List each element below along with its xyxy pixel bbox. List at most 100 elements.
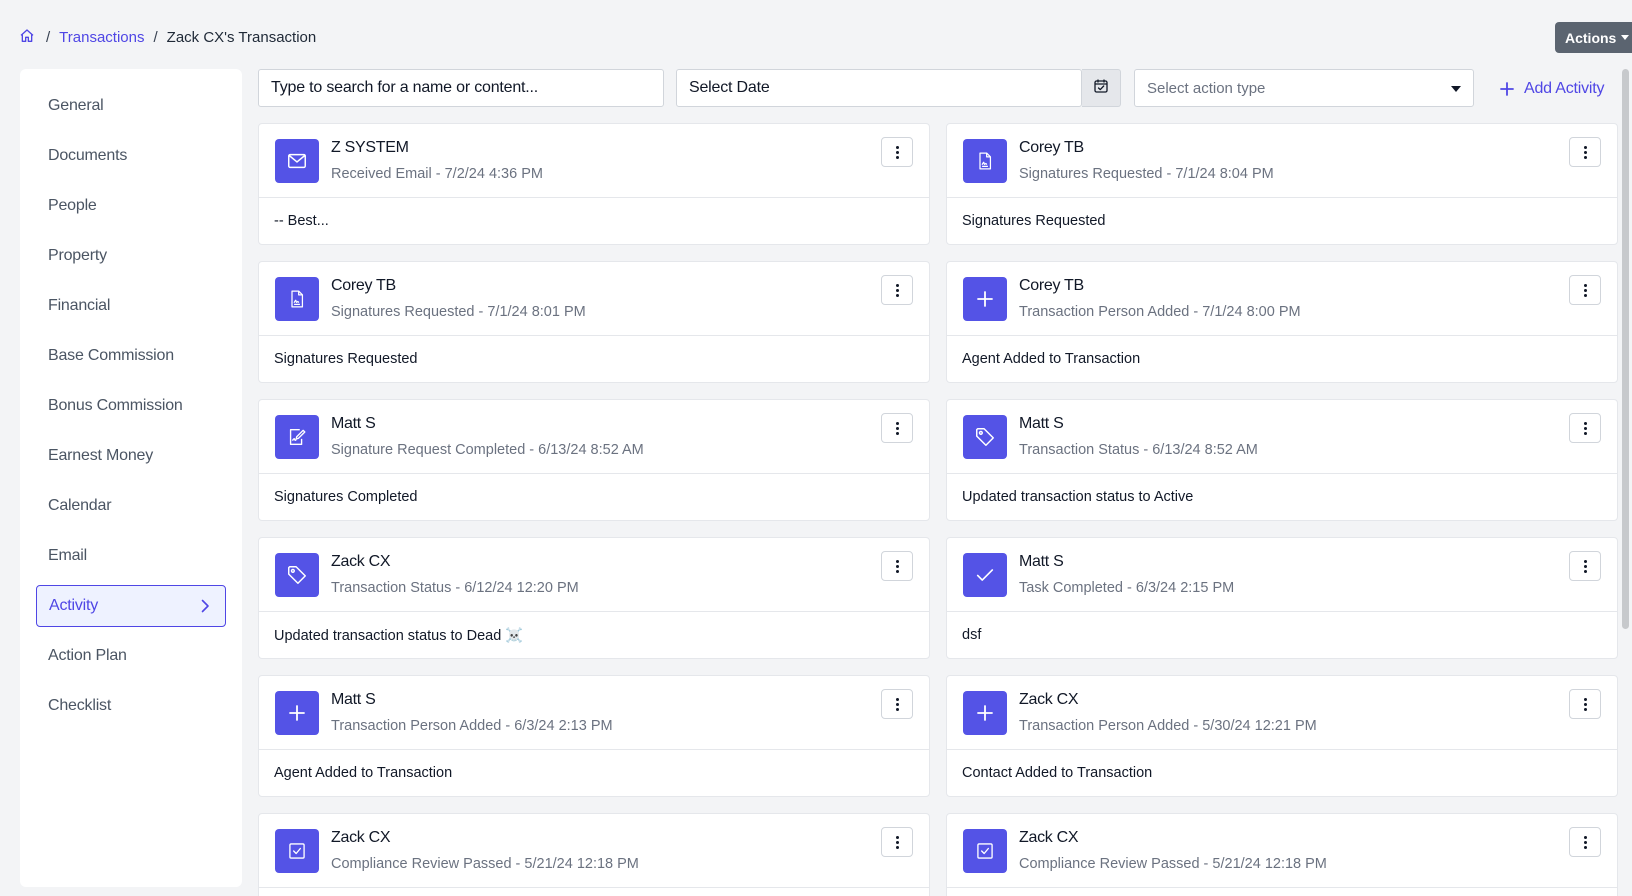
more-options-button[interactable] bbox=[1569, 827, 1601, 857]
activity-author: Z SYSTEM bbox=[331, 139, 409, 156]
sidebar-item-financial[interactable]: Financial bbox=[36, 285, 226, 327]
sidebar-item-checklist[interactable]: Checklist bbox=[36, 685, 226, 727]
activity-meta: Signatures Requested - 7/1/24 8:04 PM bbox=[1019, 166, 1274, 182]
activity-author: Zack CX bbox=[1019, 691, 1079, 708]
activity-card-header: Zack CX Transaction Person Added - 5/30/2… bbox=[947, 676, 1617, 750]
sidebar-item-earnest-money[interactable]: Earnest Money bbox=[36, 435, 226, 477]
activity-meta: Transaction Status - 6/12/24 12:20 PM bbox=[331, 580, 579, 596]
calendar-check-icon bbox=[1093, 78, 1109, 99]
kebab-icon bbox=[895, 835, 899, 849]
activity-card-header: Corey TB Signatures Requested - 7/1/24 8:… bbox=[259, 262, 929, 336]
sidebar-item-label: People bbox=[48, 197, 97, 214]
activity-author: Zack CX bbox=[331, 553, 391, 570]
more-options-button[interactable] bbox=[881, 413, 913, 443]
more-options-button[interactable] bbox=[881, 551, 913, 581]
activity-meta: Compliance Review Passed - 5/21/24 12:18… bbox=[331, 856, 639, 872]
date-picker-input[interactable]: Select Date bbox=[676, 69, 1082, 107]
more-options-button[interactable] bbox=[1569, 137, 1601, 167]
sidebar-item-calendar[interactable]: Calendar bbox=[36, 485, 226, 527]
kebab-icon bbox=[1583, 421, 1587, 435]
signature-document-icon bbox=[963, 139, 1007, 183]
more-options-button[interactable] bbox=[1569, 689, 1601, 719]
chevron-right-icon bbox=[197, 598, 213, 614]
calendar-button[interactable] bbox=[1082, 69, 1121, 107]
activity-card: Matt S Task Completed - 6/3/24 2:15 PM dsf bbox=[946, 537, 1618, 659]
envelope-icon bbox=[275, 139, 319, 183]
sidebar-item-label: Calendar bbox=[48, 497, 112, 514]
sidebar-nav: General Documents People Property Financ… bbox=[20, 69, 242, 887]
plus-icon bbox=[275, 691, 319, 735]
sidebar-item-people[interactable]: People bbox=[36, 185, 226, 227]
activity-author: Zack CX bbox=[331, 829, 391, 846]
tag-icon bbox=[275, 553, 319, 597]
activity-meta: Transaction Person Added - 5/30/24 12:21… bbox=[1019, 718, 1317, 734]
breadcrumb-transactions-link[interactable]: Transactions bbox=[59, 29, 144, 46]
kebab-icon bbox=[1583, 697, 1587, 711]
activity-content: Agent Added to Transaction bbox=[274, 765, 453, 781]
activity-content: Updated transaction status to Dead ☠️ bbox=[274, 627, 524, 644]
kebab-icon bbox=[895, 421, 899, 435]
add-activity-label: Add Activity bbox=[1524, 80, 1605, 97]
add-activity-button[interactable]: Add Activity bbox=[1500, 78, 1605, 100]
sidebar-item-label: Action Plan bbox=[48, 647, 127, 664]
scrollbar-thumb[interactable] bbox=[1622, 69, 1629, 629]
sidebar-item-activity[interactable]: Activity bbox=[36, 585, 226, 627]
sidebar-item-label: Activity bbox=[49, 597, 99, 614]
activity-card: Corey TB Transaction Person Added - 7/1/2… bbox=[946, 261, 1618, 383]
signed-document-icon bbox=[275, 415, 319, 459]
activity-card: Matt S Signature Request Completed - 6/13… bbox=[258, 399, 930, 521]
action-type-select[interactable]: Select action type bbox=[1134, 69, 1474, 107]
actions-label: Actions bbox=[1565, 29, 1617, 46]
action-type-placeholder: Select action type bbox=[1147, 79, 1266, 97]
checkbox-icon bbox=[963, 829, 1007, 873]
sidebar-item-label: Base Commission bbox=[48, 347, 174, 364]
more-options-button[interactable] bbox=[1569, 551, 1601, 581]
activity-card-header: Matt S Transaction Person Added - 6/3/24 … bbox=[259, 676, 929, 750]
activity-card-header: Corey TB Transaction Person Added - 7/1/2… bbox=[947, 262, 1617, 336]
more-options-button[interactable] bbox=[881, 827, 913, 857]
top-bar: / Transactions / Zack CX's Transaction A… bbox=[0, 0, 1632, 70]
more-options-button[interactable] bbox=[881, 137, 913, 167]
more-options-button[interactable] bbox=[1569, 275, 1601, 305]
activity-author: Matt S bbox=[331, 691, 376, 708]
activity-meta: Task Completed - 6/3/24 2:15 PM bbox=[1019, 580, 1235, 596]
sidebar-item-documents[interactable]: Documents bbox=[36, 135, 226, 177]
activity-content: Agent Added to Transaction bbox=[962, 351, 1141, 367]
actions-dropdown-button[interactable]: Actions bbox=[1555, 22, 1632, 53]
activity-card: Zack CX Transaction Status - 6/12/24 12:2… bbox=[258, 537, 930, 659]
plus-icon bbox=[963, 691, 1007, 735]
activity-content: Signatures Requested bbox=[962, 213, 1106, 229]
sidebar-item-general[interactable]: General bbox=[36, 85, 226, 127]
activity-card: Corey TB Signatures Requested - 7/1/24 8:… bbox=[946, 123, 1618, 245]
caret-down-icon bbox=[1621, 35, 1630, 40]
more-options-button[interactable] bbox=[881, 689, 913, 719]
activity-content: Contact Added to Transaction bbox=[962, 765, 1153, 781]
kebab-icon bbox=[1583, 145, 1587, 159]
sidebar-item-base-commission[interactable]: Base Commission bbox=[36, 335, 226, 377]
activity-author: Matt S bbox=[1019, 553, 1064, 570]
more-options-button[interactable] bbox=[1569, 413, 1601, 443]
breadcrumb-current: Zack CX's Transaction bbox=[166, 28, 317, 46]
date-placeholder: Select Date bbox=[689, 79, 770, 96]
activity-card-header: Zack CX Transaction Status - 6/12/24 12:2… bbox=[259, 538, 929, 612]
sidebar-item-email[interactable]: Email bbox=[36, 535, 226, 577]
checkbox-icon bbox=[275, 829, 319, 873]
sidebar-item-bonus-commission[interactable]: Bonus Commission bbox=[36, 385, 226, 427]
more-options-button[interactable] bbox=[881, 275, 913, 305]
activity-content bbox=[259, 888, 929, 896]
activity-card: Corey TB Signatures Requested - 7/1/24 8:… bbox=[258, 261, 930, 383]
activity-author: Corey TB bbox=[1019, 139, 1084, 156]
breadcrumb-separator: / bbox=[46, 28, 51, 46]
kebab-icon bbox=[895, 145, 899, 159]
activity-card: Zack CX Compliance Review Passed - 5/21/2… bbox=[258, 813, 930, 896]
breadcrumb-separator: / bbox=[153, 28, 158, 46]
sidebar-item-property[interactable]: Property bbox=[36, 235, 226, 277]
tag-icon bbox=[963, 415, 1007, 459]
activity-card: Zack CX Transaction Person Added - 5/30/2… bbox=[946, 675, 1618, 797]
search-input[interactable] bbox=[258, 69, 664, 107]
sidebar-item-action-plan[interactable]: Action Plan bbox=[36, 635, 226, 677]
checkmark-icon bbox=[963, 553, 1007, 597]
activity-author: Matt S bbox=[1019, 415, 1064, 432]
home-icon[interactable] bbox=[19, 28, 37, 46]
activity-card-header: Matt S Transaction Status - 6/13/24 8:52 … bbox=[947, 400, 1617, 474]
